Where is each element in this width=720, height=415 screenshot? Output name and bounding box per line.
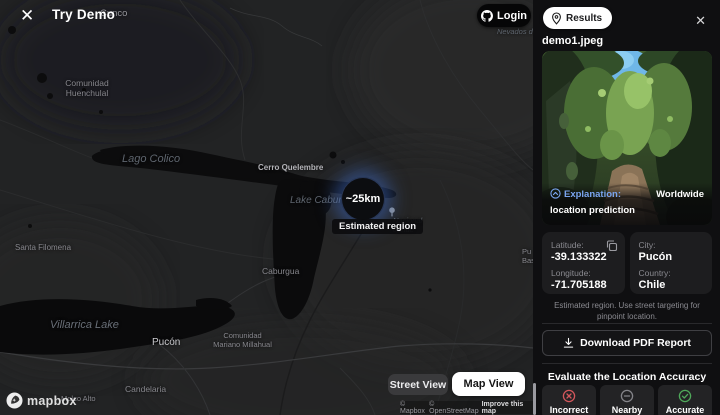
results-panel: Results ✕ demo1.jpeg Explanation: Worldw… [533, 0, 720, 415]
mapbox-icon [6, 392, 23, 409]
estimated-region-hint: Estimated region. Use street targeting f… [554, 301, 700, 321]
app: Cunco Nevados de S Comunidad Huenchulal … [0, 0, 720, 415]
explanation-block: Explanation: Worldwide location predicti… [542, 183, 712, 225]
map-label-lago-colico: Lago Colico [122, 153, 181, 165]
map-label-candelaria: Candelaria [125, 384, 167, 394]
mapbox-logo[interactable]: mapbox [6, 392, 77, 409]
map-label-nevados: Nevados de S [497, 27, 533, 36]
city-value: Pucón [638, 251, 673, 263]
try-demo-title: Try Demo [52, 7, 116, 22]
coordinate-cards: Latitude: -39.133322 Longitude: -71.7051… [542, 232, 712, 294]
map-canvas[interactable]: Cunco Nevados de S Comunidad Huenchulal … [0, 0, 533, 415]
close-demo-icon[interactable]: ✕ [20, 6, 34, 26]
attribution-osm[interactable]: © OpenStreetMap [429, 401, 478, 415]
divider [542, 363, 712, 364]
map-label-cerro-quelembre: Cerro Quelembre [258, 163, 324, 172]
map-view-button[interactable]: Map View [452, 372, 525, 396]
map-label-comunidad-mariano: Comunidad Mariano Millahual [213, 331, 272, 349]
accurate-icon [678, 389, 692, 403]
evaluate-buttons: Incorrect Nearby Accurate [542, 385, 712, 415]
filename: demo1.jpeg [542, 35, 604, 47]
location-pin-icon [552, 11, 561, 25]
results-pill[interactable]: Results [543, 7, 613, 29]
map-label-edge: Pu Basa [522, 247, 533, 265]
mapbox-wordmark: mapbox [27, 393, 77, 408]
city-label: City: [638, 240, 656, 250]
nearby-icon [620, 389, 634, 403]
explanation-label: Explanation: [564, 189, 622, 200]
latitude-value: -39.133322 [551, 251, 607, 263]
login-button[interactable]: Login [477, 4, 531, 27]
basemap-svg [0, 0, 533, 415]
map-label-comunidad-huenchulal: Comunidad Huenchulal [65, 78, 109, 98]
map-label-santa-filomena: Santa Filomena [15, 243, 72, 252]
download-pdf-label: Download PDF Report [580, 337, 691, 349]
nearby-button[interactable]: Nearby [600, 385, 654, 415]
incorrect-button[interactable]: Incorrect [542, 385, 596, 415]
marker-radius-label: ~25km [345, 193, 381, 205]
map-label-villarrica-lake: Villarrica Lake [50, 319, 119, 331]
query-photo: Explanation: Worldwide location predicti… [542, 51, 712, 225]
longitude-label: Longitude: [551, 268, 591, 278]
map-label-caburgua: Caburgua [262, 266, 300, 276]
coords-card: Latitude: -39.133322 Longitude: -71.7051… [542, 232, 625, 294]
longitude-value: -71.705188 [551, 279, 607, 291]
copy-icon[interactable] [605, 239, 618, 252]
explanation-icon [550, 188, 561, 204]
street-view-button[interactable]: Street View [388, 374, 448, 395]
attribution-improve-link[interactable]: Improve this map [482, 401, 529, 415]
estimated-region-caption: Estimated region [332, 219, 424, 234]
evaluate-title: Evaluate the Location Accuracy [547, 371, 707, 383]
accurate-button[interactable]: Accurate [658, 385, 712, 415]
park-tree-icon [389, 207, 395, 217]
results-label: Results [566, 12, 603, 24]
panel-scrollbar[interactable] [533, 383, 536, 415]
incorrect-icon [562, 389, 576, 403]
map-label-pucon: Pucón [152, 337, 181, 348]
panel-close-icon[interactable]: ✕ [695, 13, 706, 29]
country-label: Country: [638, 268, 671, 278]
download-pdf-button[interactable]: Download PDF Report [542, 330, 712, 356]
map-attribution: © Mapbox © OpenStreetMap Improve this ma… [400, 401, 533, 415]
attribution-mapbox[interactable]: © Mapbox [400, 401, 426, 415]
download-icon [563, 337, 574, 348]
place-card: City: Pucón Country: Chile [629, 232, 712, 294]
country-value: Chile [638, 279, 666, 291]
estimated-region-marker[interactable]: ~25km [341, 177, 385, 221]
github-icon [481, 9, 494, 22]
login-label: Login [497, 9, 527, 22]
divider [542, 323, 712, 324]
